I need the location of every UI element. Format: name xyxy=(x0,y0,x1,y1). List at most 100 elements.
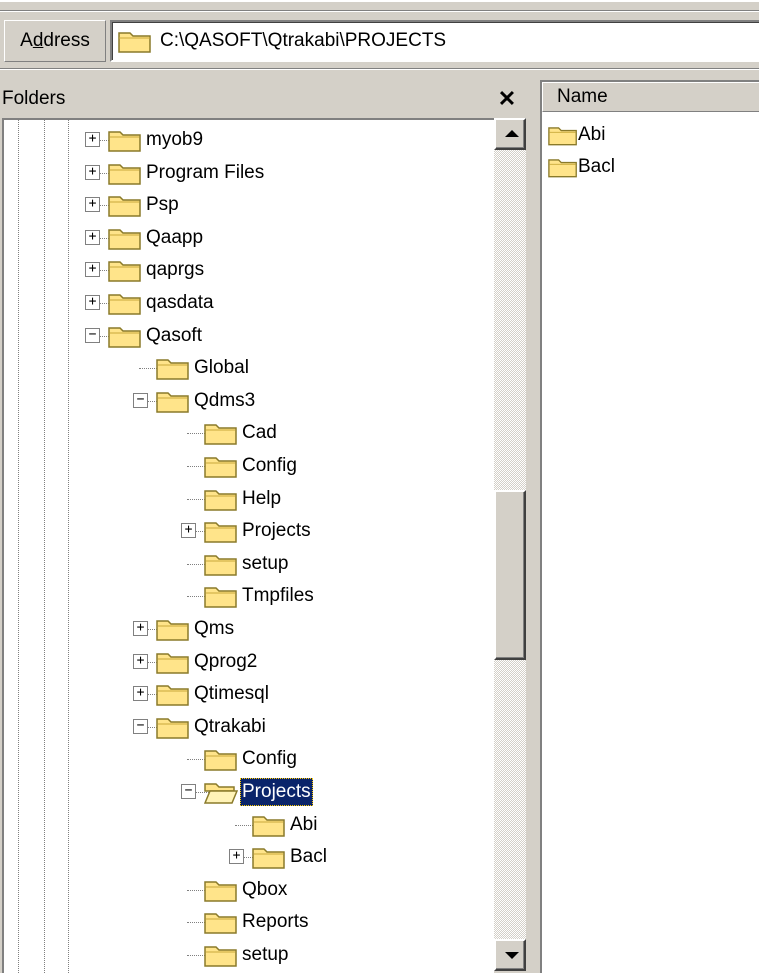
tree-item[interactable]: Qbox xyxy=(4,874,492,906)
tree-item[interactable]: + myob9 xyxy=(4,124,492,156)
tree-item-label[interactable]: qasdata xyxy=(144,289,216,317)
folder-icon xyxy=(108,257,142,289)
folder-icon xyxy=(204,518,238,550)
tree-item-label[interactable]: Qdms3 xyxy=(192,387,257,415)
tree-item[interactable]: Reports xyxy=(4,906,492,938)
expand-icon[interactable]: + xyxy=(133,621,148,636)
tree-item[interactable]: Global xyxy=(4,352,492,384)
tree-item[interactable]: + Qtimesql xyxy=(4,678,492,710)
tree-item-label[interactable]: Qbox xyxy=(240,876,289,904)
tree-item[interactable]: − Qdms3 xyxy=(4,385,492,417)
address-path[interactable]: C:\QASOFT\Qtrakabi\PROJECTS xyxy=(160,22,446,60)
tree-item[interactable]: + Psp xyxy=(4,189,492,221)
tree-scrollbar[interactable] xyxy=(494,118,526,971)
pane-splitter[interactable] xyxy=(528,72,540,971)
folder-icon xyxy=(204,420,238,452)
tree-item[interactable]: − Qtrakabi xyxy=(4,711,492,743)
tree-item[interactable]: − Qasoft xyxy=(4,320,492,352)
address-field[interactable]: C:\QASOFT\Qtrakabi\PROJECTS xyxy=(110,20,759,62)
tree-item-label[interactable]: setup xyxy=(240,941,290,969)
tree-item-label[interactable]: Tmpfiles xyxy=(240,582,316,610)
folder-icon xyxy=(204,746,238,778)
expand-icon[interactable]: + xyxy=(85,132,100,147)
tree-item[interactable]: Config xyxy=(4,450,492,482)
tree-item[interactable]: + qaprgs xyxy=(4,254,492,286)
tree-item[interactable]: Tmpfiles xyxy=(4,580,492,612)
collapse-icon[interactable]: − xyxy=(85,327,100,343)
folder-icon xyxy=(108,160,142,192)
tree-item[interactable]: + Qms xyxy=(4,613,492,645)
tree-item-label[interactable]: Bacl xyxy=(288,843,329,871)
tree-item[interactable]: Abi xyxy=(4,809,492,841)
tree-item-label[interactable]: Config xyxy=(240,452,299,480)
tree-item-label[interactable]: Qprog2 xyxy=(192,648,259,676)
toolbar-divider xyxy=(0,68,759,70)
folder-icon xyxy=(156,388,190,420)
tree-item[interactable]: + Projects xyxy=(4,515,492,547)
scroll-up-button[interactable] xyxy=(494,118,526,150)
folder-icon xyxy=(252,812,286,844)
collapse-icon[interactable]: − xyxy=(133,392,148,408)
folder-icon xyxy=(204,551,238,583)
tree-item-label[interactable]: myob9 xyxy=(144,126,205,154)
tree-item[interactable]: + Qprog2 xyxy=(4,646,492,678)
tree-item-label[interactable]: setup xyxy=(240,550,290,578)
expand-icon[interactable]: + xyxy=(85,197,100,213)
folder-icon xyxy=(156,681,190,713)
tree-item-label[interactable]: Global xyxy=(192,354,251,382)
arrow-down-icon xyxy=(505,952,519,959)
close-icon[interactable]: ✕ xyxy=(496,80,518,118)
tree-item-label[interactable]: Psp xyxy=(144,191,181,219)
folder-icon xyxy=(204,942,238,973)
scroll-thumb[interactable] xyxy=(494,490,526,660)
tree-item[interactable]: + Qaapp xyxy=(4,222,492,254)
tree-item-label[interactable]: Config xyxy=(240,745,299,773)
toolbar-divider xyxy=(0,10,759,12)
tree-item-label[interactable]: Reports xyxy=(240,908,311,936)
tree-item[interactable]: − Projects xyxy=(4,776,492,808)
tree-item-label[interactable]: Projects xyxy=(240,517,313,545)
tree-item-label[interactable]: Help xyxy=(240,485,283,513)
tree-item-label[interactable]: Program Files xyxy=(144,159,266,187)
folder-tree[interactable]: + myob9 + Program Files + Psp + Qaapp + qaprgs + qa… xyxy=(2,118,494,973)
folder-icon xyxy=(204,909,238,941)
tree-item[interactable]: setup xyxy=(4,939,492,971)
tree-item[interactable]: setup xyxy=(4,548,492,580)
collapse-icon[interactable]: − xyxy=(133,718,148,734)
tree-item-label[interactable]: Cad xyxy=(240,419,279,447)
tree-item-label[interactable]: Qasoft xyxy=(144,322,204,350)
scroll-down-button[interactable] xyxy=(494,939,526,971)
tree-item-label[interactable]: Qms xyxy=(192,615,236,643)
expand-icon[interactable]: + xyxy=(85,229,100,245)
expand-icon[interactable]: + xyxy=(181,523,196,539)
expand-icon[interactable]: + xyxy=(229,849,244,865)
folder-icon xyxy=(108,192,142,224)
tree-item-label[interactable]: Qaapp xyxy=(144,224,205,252)
tree-item-label[interactable]: Qtimesql xyxy=(192,680,271,708)
expand-icon[interactable]: + xyxy=(133,653,148,669)
folders-header: Folders ✕ xyxy=(0,80,528,118)
list-item-label: Abi xyxy=(578,124,606,145)
expand-icon[interactable]: + xyxy=(85,295,100,310)
folder-icon xyxy=(204,486,238,518)
arrow-up-icon xyxy=(505,130,519,137)
expand-icon[interactable]: + xyxy=(133,686,148,702)
tree-item[interactable]: + Bacl xyxy=(4,841,492,873)
tree-item[interactable]: Cad xyxy=(4,417,492,449)
tree-item-label[interactable]: Abi xyxy=(288,811,319,839)
expand-icon[interactable]: + xyxy=(85,164,100,180)
tree-item[interactable]: Help xyxy=(4,483,492,515)
folder-icon xyxy=(204,877,238,909)
file-list[interactable]: Name Abi Bacl xyxy=(540,80,759,973)
column-header-name[interactable]: Name xyxy=(542,82,759,112)
expand-icon[interactable]: + xyxy=(85,262,100,278)
tree-item[interactable]: + qasdata xyxy=(4,287,492,319)
folder-icon xyxy=(156,616,190,648)
tree-item[interactable]: + Program Files xyxy=(4,157,492,189)
tree-item-label[interactable]: Projects xyxy=(240,778,313,806)
open-folder-icon xyxy=(203,779,239,811)
tree-item-label[interactable]: qaprgs xyxy=(144,256,206,284)
collapse-icon[interactable]: − xyxy=(181,784,196,799)
tree-item-label[interactable]: Qtrakabi xyxy=(192,713,268,741)
tree-item[interactable]: Config xyxy=(4,743,492,775)
